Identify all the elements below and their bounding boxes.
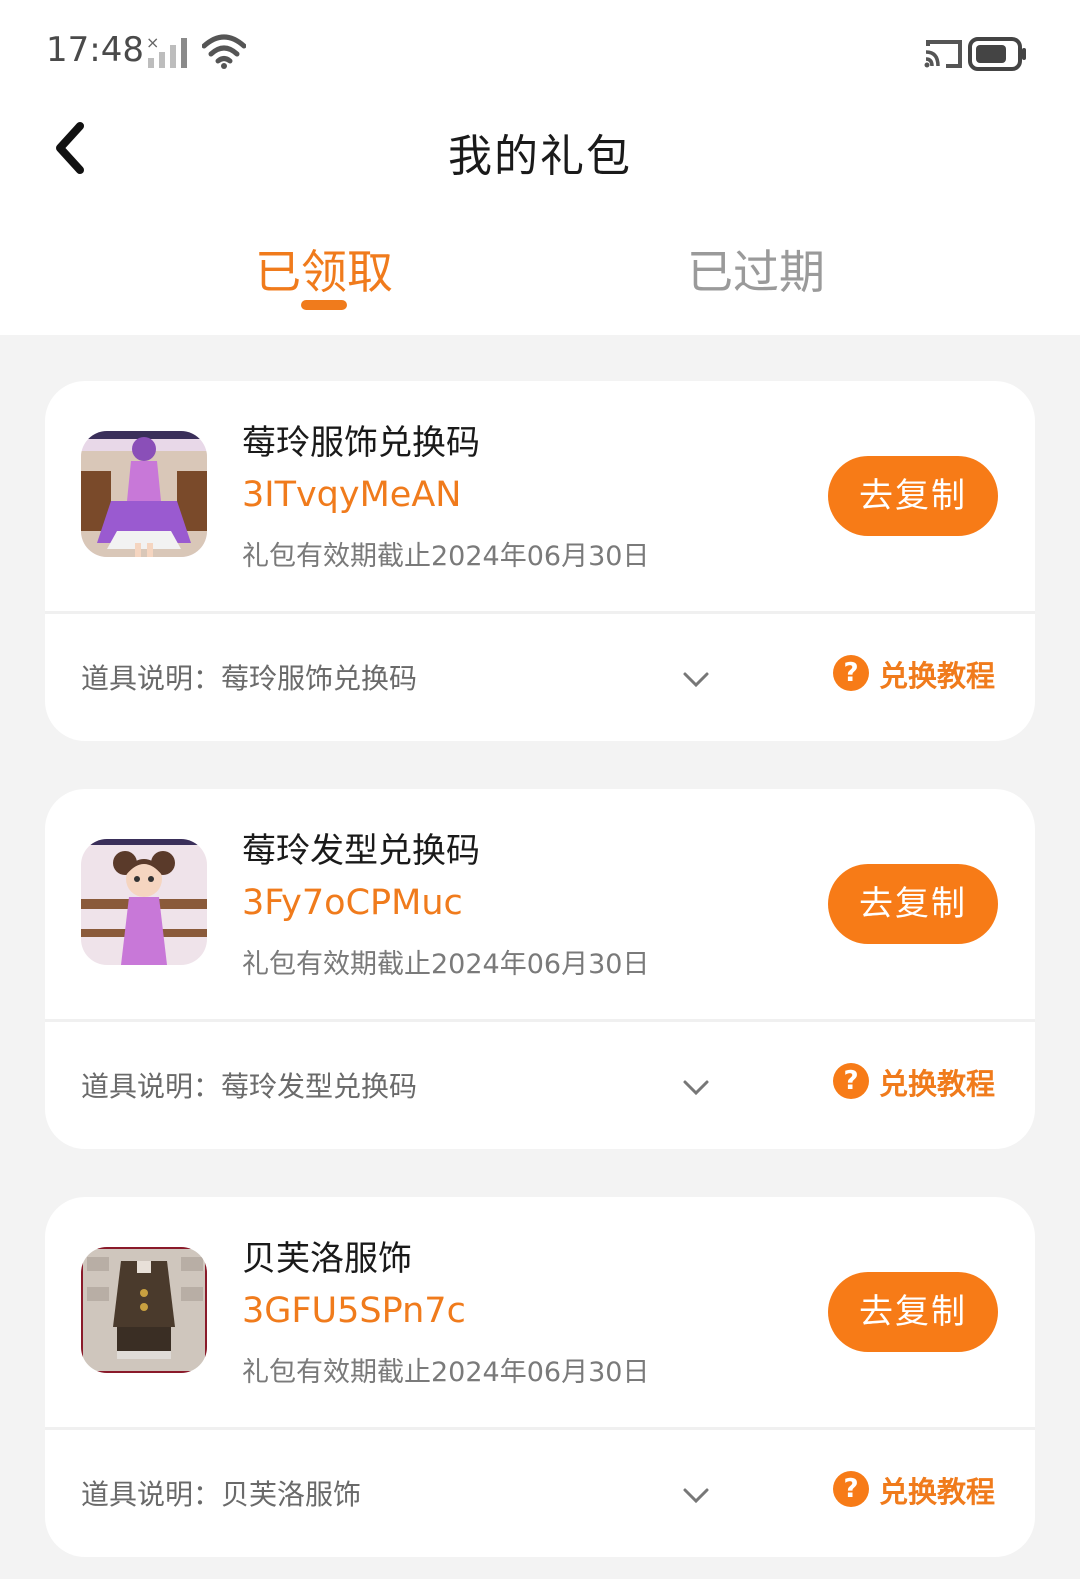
gift-name: 莓玲发型兑换码 xyxy=(242,831,480,871)
redeem-guide-label: 兑换教程 xyxy=(879,1067,996,1101)
active-tab-indicator xyxy=(301,300,347,310)
gift-expire-date: 礼包有效期截止2024年06月30日 xyxy=(242,949,650,980)
tab-expired[interactable]: 已过期 xyxy=(626,236,886,302)
cellular-signal-icon: × xyxy=(146,34,187,68)
page-title: 我的礼包 xyxy=(448,131,632,182)
gift-name: 贝芙洛服饰 xyxy=(242,1239,412,1279)
copy-button[interactable]: 去复制 xyxy=(828,1272,998,1352)
question-icon: ? xyxy=(833,1471,869,1507)
chevron-down-icon[interactable] xyxy=(682,1487,710,1505)
tab-received[interactable]: 已领取 xyxy=(194,236,454,302)
chevron-down-icon[interactable] xyxy=(682,1079,710,1097)
wifi-icon xyxy=(202,34,246,69)
gift-card: 莓玲服饰兑换码 3ITvqyMeAN 礼包有效期截止2024年06月30日 去复… xyxy=(45,381,1035,741)
status-bar: 17:48 × xyxy=(0,0,1080,100)
top-bar: 17:48 × 我的礼包 已领取 已过期 xyxy=(0,0,1080,335)
gift-code: 3GFU5SPn7c xyxy=(242,1291,466,1331)
item-description: 道具说明：贝芙洛服饰 xyxy=(81,1478,362,1511)
cast-icon xyxy=(924,40,962,68)
battery-icon xyxy=(968,37,1026,71)
svg-text:×: × xyxy=(146,34,159,52)
question-icon: ? xyxy=(833,655,869,691)
item-description: 道具说明：莓玲发型兑换码 xyxy=(81,1070,418,1103)
chevron-down-icon[interactable] xyxy=(682,671,710,689)
copy-button[interactable]: 去复制 xyxy=(828,456,998,536)
gift-card: 贝芙洛服饰 3GFU5SPn7c 礼包有效期截止2024年06月30日 去复制 … xyxy=(45,1197,1035,1557)
game-thumbnail xyxy=(81,431,207,557)
copy-button[interactable]: 去复制 xyxy=(828,864,998,944)
gift-expire-date: 礼包有效期截止2024年06月30日 xyxy=(242,541,650,572)
divider xyxy=(45,1019,1035,1022)
gift-expire-date: 礼包有效期截止2024年06月30日 xyxy=(242,1357,650,1388)
gift-code: 3ITvqyMeAN xyxy=(242,475,462,515)
question-icon: ? xyxy=(833,1063,869,1099)
gift-card: 莓玲发型兑换码 3Fy7oCPMuc 礼包有效期截止2024年06月30日 去复… xyxy=(45,789,1035,1149)
game-thumbnail xyxy=(81,839,207,965)
redeem-guide-label: 兑换教程 xyxy=(879,1475,996,1509)
divider xyxy=(45,1427,1035,1430)
game-thumbnail xyxy=(81,1247,207,1373)
gift-code: 3Fy7oCPMuc xyxy=(242,883,463,923)
status-time: 17:48 xyxy=(46,30,144,70)
gift-name: 莓玲服饰兑换码 xyxy=(242,423,480,463)
redeem-guide-label: 兑换教程 xyxy=(879,659,996,693)
divider xyxy=(45,611,1035,614)
item-description: 道具说明：莓玲服饰兑换码 xyxy=(81,662,418,695)
